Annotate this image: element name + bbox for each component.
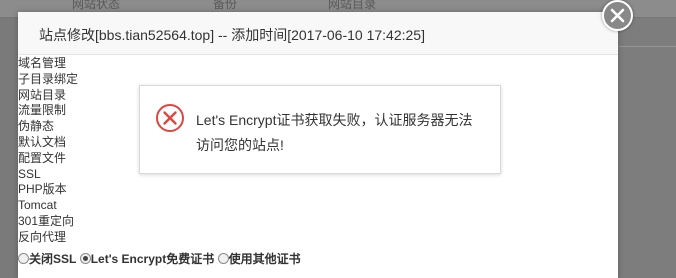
background-tab-directory: 网站目录 bbox=[328, 0, 377, 11]
error-message-text: Let's Encrypt证书获取失败，认证服务器无法访问您的站点! bbox=[196, 112, 473, 153]
background-divider bbox=[618, 46, 676, 47]
ssl-option-label: 关闭SSL bbox=[29, 252, 77, 266]
background-tab-backup: 备份 bbox=[213, 0, 238, 11]
background-tab-status: 网站状态 bbox=[72, 0, 121, 11]
ssl-other-cert-radio[interactable] bbox=[217, 253, 229, 264]
settings-menu: 域名管理 子目录绑定 网站目录 流量限制 伪静态 默认文档 配置文件 SSL P… bbox=[18, 56, 138, 246]
ssl-options: 关闭SSL Let's Encrypt免费证书 使用其他证书 bbox=[18, 250, 301, 266]
ssl-disable-radio[interactable] bbox=[18, 253, 29, 264]
background-panel bbox=[618, 18, 676, 278]
dialog-close-button[interactable] bbox=[602, 0, 633, 31]
ssl-option-label: Let's Encrypt免费证书 bbox=[90, 252, 215, 266]
menu-item-tomcat[interactable]: Tomcat bbox=[18, 198, 138, 214]
error-icon bbox=[155, 103, 185, 138]
ssl-letsencrypt-radio[interactable] bbox=[79, 253, 91, 264]
site-edit-dialog: 站点修改[bbs.tian52564.top] -- 添加时间[2017-06-… bbox=[18, 12, 618, 278]
dialog-title: 站点修改[bbs.tian52564.top] -- 添加时间[2017-06-… bbox=[39, 27, 425, 43]
menu-item-config-file[interactable]: 配置文件 bbox=[18, 151, 138, 167]
menu-item-domain[interactable]: 域名管理 bbox=[18, 56, 138, 72]
menu-item-rewrite[interactable]: 伪静态 bbox=[18, 119, 138, 135]
ssl-option-disable[interactable]: 关闭SSL bbox=[18, 250, 76, 267]
menu-item-site-directory[interactable]: 网站目录 bbox=[18, 88, 138, 104]
menu-item-redirect-301[interactable]: 301重定向 bbox=[18, 214, 138, 230]
menu-item-ssl[interactable]: SSL bbox=[18, 167, 138, 183]
menu-item-traffic-limit[interactable]: 流量限制 bbox=[18, 103, 138, 119]
error-message-box: Let's Encrypt证书获取失败，认证服务器无法访问您的站点! bbox=[139, 85, 501, 174]
dialog-header: 站点修改[bbs.tian52564.top] -- 添加时间[2017-06-… bbox=[18, 12, 618, 55]
menu-item-default-document[interactable]: 默认文档 bbox=[18, 135, 138, 151]
ssl-option-label: 使用其他证书 bbox=[228, 252, 301, 266]
ssl-option-letsencrypt[interactable]: Let's Encrypt免费证书 bbox=[79, 250, 215, 267]
close-icon bbox=[610, 8, 625, 23]
menu-item-reverse-proxy[interactable]: 反向代理 bbox=[18, 230, 138, 246]
menu-item-subdirectory-binding[interactable]: 子目录绑定 bbox=[18, 72, 138, 88]
menu-item-php-version[interactable]: PHP版本 bbox=[18, 182, 138, 198]
ssl-option-other-cert[interactable]: 使用其他证书 bbox=[217, 250, 301, 267]
